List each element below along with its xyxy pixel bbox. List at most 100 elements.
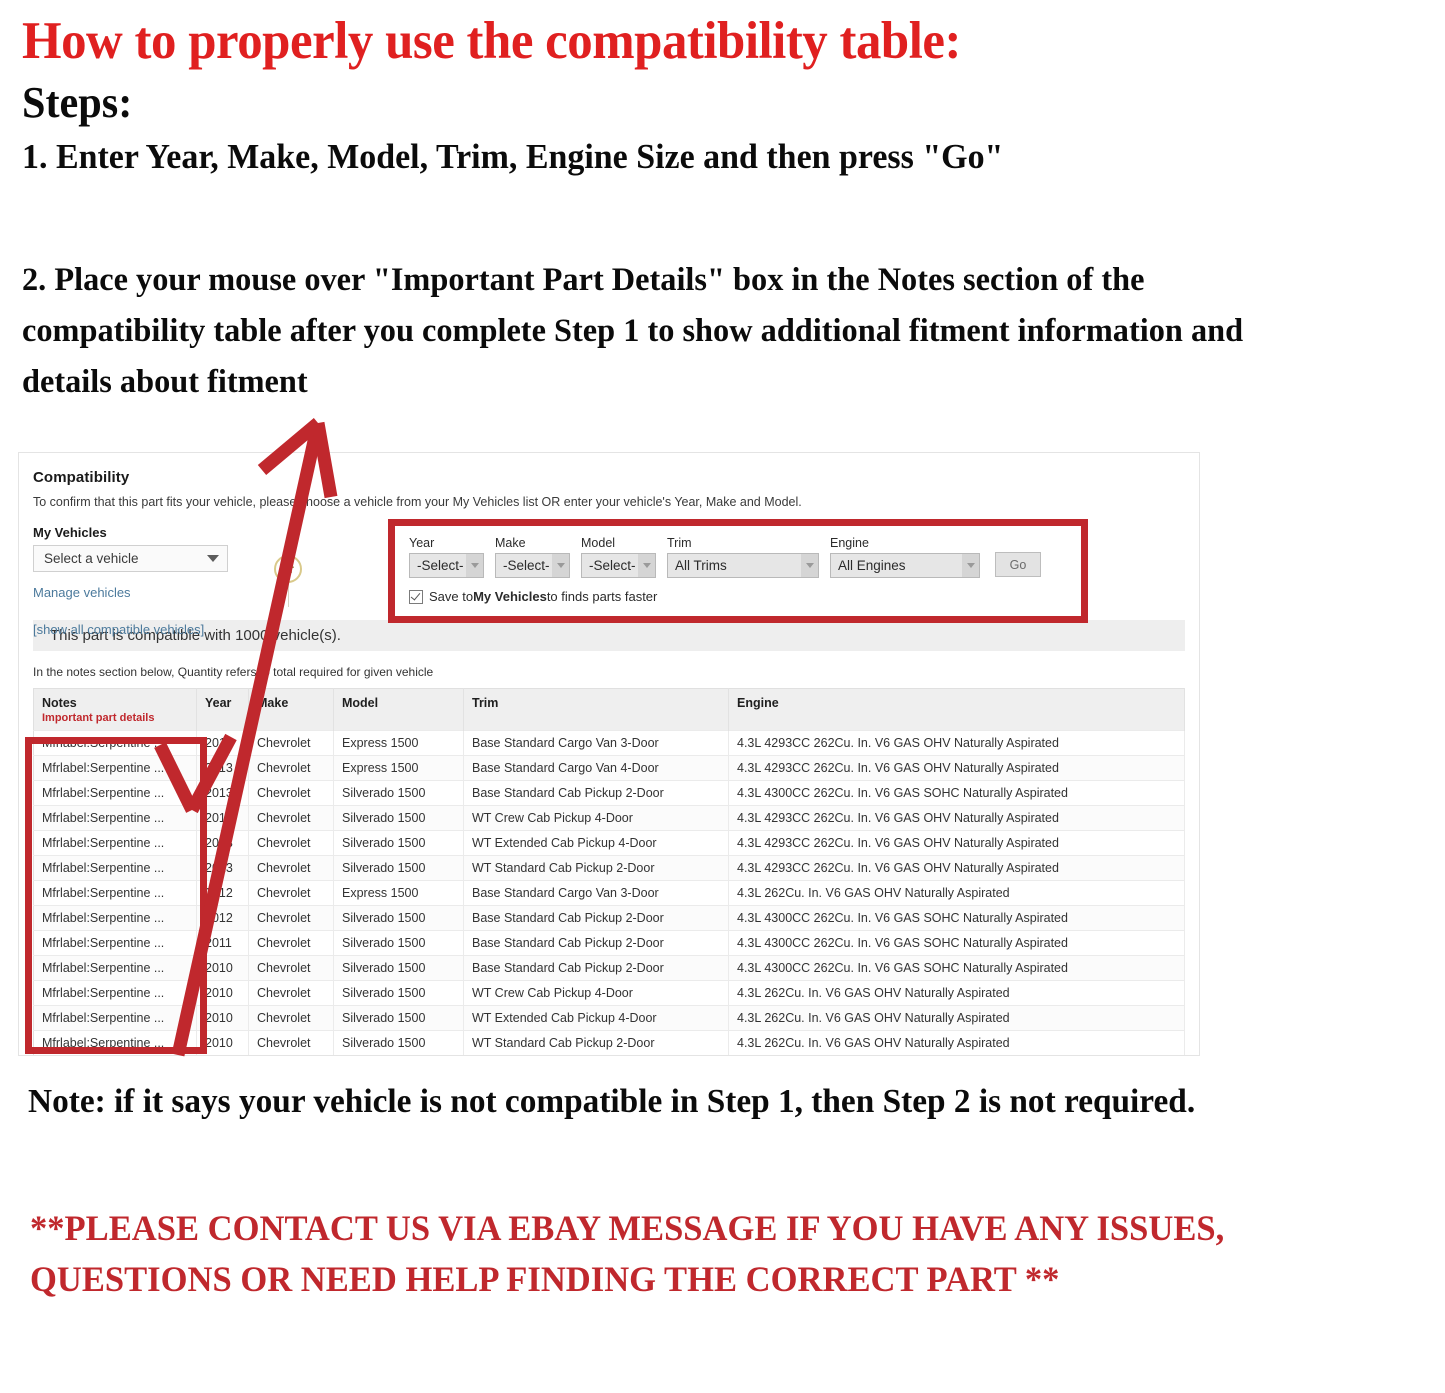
cell-make: Chevrolet: [248, 905, 334, 931]
cell-trim: Base Standard Cab Pickup 2-Door: [463, 930, 729, 956]
cell-make: Chevrolet: [248, 1030, 334, 1055]
cell-year: 2010: [196, 955, 249, 981]
cell-engine: 4.3L 4300CC 262Cu. In. V6 GAS SOHC Natur…: [728, 955, 1185, 981]
make-field-group: Make -Select-: [495, 536, 570, 578]
cell-make: Chevrolet: [248, 755, 334, 781]
header-notes-label: Notes: [42, 696, 77, 710]
cell-engine: 4.3L 4300CC 262Cu. In. V6 GAS SOHC Natur…: [728, 930, 1185, 956]
trim-select[interactable]: All Trims: [667, 553, 819, 578]
compatibility-widget: Compatibility To confirm that this part …: [18, 452, 1200, 1056]
year-select[interactable]: -Select-: [409, 553, 484, 578]
header-model[interactable]: Model: [333, 688, 464, 731]
trim-field-group: Trim All Trims: [667, 536, 819, 578]
cell-year: 2013: [196, 730, 249, 756]
vehicle-finder-row: My Vehicles Select a vehicle Manage vehi…: [33, 519, 1185, 637]
cell-notes[interactable]: Mfrlabel:Serpentine ...: [33, 780, 197, 806]
cell-trim: Base Standard Cargo Van 4-Door: [463, 755, 729, 781]
table-row: Mfrlabel:Serpentine ... 2010 Chevrolet Silv…: [33, 1030, 1185, 1055]
header-make[interactable]: Make: [248, 688, 334, 731]
year-label: Year: [409, 536, 435, 550]
save-bold-text: My Vehicles: [473, 589, 547, 604]
cell-engine: 4.3L 262Cu. In. V6 GAS OHV Naturally Asp…: [728, 880, 1185, 906]
cell-make: Chevrolet: [248, 980, 334, 1006]
cell-notes[interactable]: Mfrlabel:Serpentine ...: [33, 955, 197, 981]
cell-model: Silverado 1500: [333, 1030, 464, 1055]
model-select[interactable]: -Select-: [581, 553, 656, 578]
compatibility-heading: Compatibility: [33, 469, 130, 486]
cell-model: Silverado 1500: [333, 780, 464, 806]
cell-notes[interactable]: Mfrlabel:Serpentine ...: [33, 755, 197, 781]
cell-model: Silverado 1500: [333, 805, 464, 831]
table-row: Mfrlabel:Serpentine ... 2010 Chevrolet Silv…: [33, 1005, 1185, 1031]
make-select[interactable]: -Select-: [495, 553, 570, 578]
model-value: -Select-: [589, 558, 636, 573]
model-field-group: Model -Select-: [581, 536, 656, 578]
cell-notes[interactable]: Mfrlabel:Serpentine ...: [33, 905, 197, 931]
cell-make: Chevrolet: [248, 1005, 334, 1031]
engine-select[interactable]: All Engines: [830, 553, 980, 578]
chevron-down-icon: [801, 554, 818, 577]
save-to-my-vehicles-checkbox[interactable]: [409, 589, 423, 604]
table-row: Mfrlabel:Serpentine ... 2013 Chevrolet Expr…: [33, 755, 1185, 781]
cell-notes[interactable]: Mfrlabel:Serpentine ...: [33, 880, 197, 906]
trim-value: All Trims: [675, 558, 727, 573]
cell-year: 2011: [196, 930, 249, 956]
cell-model: Silverado 1500: [333, 930, 464, 956]
cell-engine: 4.3L 4293CC 262Cu. In. V6 GAS OHV Natura…: [728, 830, 1185, 856]
cell-trim: Base Standard Cab Pickup 2-Door: [463, 955, 729, 981]
cell-model: Silverado 1500: [333, 905, 464, 931]
cell-notes[interactable]: Mfrlabel:Serpentine ...: [33, 980, 197, 1006]
cell-engine: 4.3L 262Cu. In. V6 GAS OHV Naturally Asp…: [728, 1005, 1185, 1031]
chevron-down-icon: [962, 554, 979, 577]
table-header-row: Notes Important part details Year Make M…: [33, 688, 1185, 731]
header-year[interactable]: Year: [196, 688, 249, 731]
cell-year: 2013: [196, 805, 249, 831]
my-vehicles-select[interactable]: Select a vehicle: [33, 545, 228, 572]
cell-engine: 4.3L 4293CC 262Cu. In. V6 GAS OHV Natura…: [728, 855, 1185, 881]
go-button[interactable]: Go: [995, 552, 1041, 577]
cell-trim: WT Crew Cab Pickup 4-Door: [463, 980, 729, 1006]
cell-model: Silverado 1500: [333, 830, 464, 856]
cell-engine: 4.3L 262Cu. In. V6 GAS OHV Naturally Asp…: [728, 1030, 1185, 1055]
important-part-details-label[interactable]: Important part details: [42, 712, 188, 724]
cell-trim: Base Standard Cargo Van 3-Door: [463, 730, 729, 756]
cell-trim: Base Standard Cab Pickup 2-Door: [463, 905, 729, 931]
save-to-my-vehicles-row[interactable]: Save to My Vehicles to finds parts faste…: [409, 589, 1069, 604]
cell-make: Chevrolet: [248, 855, 334, 881]
footer-contact-text: **PLEASE CONTACT US VIA EBAY MESSAGE IF …: [30, 1208, 1225, 1300]
cell-model: Express 1500: [333, 755, 464, 781]
cell-notes[interactable]: Mfrlabel:Serpentine ...: [33, 855, 197, 881]
cell-make: Chevrolet: [248, 830, 334, 856]
cell-notes[interactable]: Mfrlabel:Serpentine ...: [33, 1005, 197, 1031]
cell-engine: 4.3L 262Cu. In. V6 GAS OHV Naturally Asp…: [728, 980, 1185, 1006]
my-vehicles-selected-value: Select a vehicle: [44, 551, 139, 566]
cell-notes[interactable]: Mfrlabel:Serpentine ...: [33, 930, 197, 956]
cell-trim: WT Extended Cab Pickup 4-Door: [463, 1005, 729, 1031]
cell-engine: 4.3L 4293CC 262Cu. In. V6 GAS OHV Natura…: [728, 805, 1185, 831]
cell-notes[interactable]: Mfrlabel:Serpentine ...: [33, 830, 197, 856]
year-field-group: Year -Select-: [409, 536, 484, 578]
show-all-compatible-vehicles-link[interactable]: [show all compatible vehicles]: [33, 622, 243, 637]
cell-notes[interactable]: Mfrlabel:Serpentine ...: [33, 805, 197, 831]
table-row: Mfrlabel:Serpentine ... 2012 Chevrolet Silv…: [33, 905, 1185, 931]
save-prefix-text: Save to: [429, 589, 474, 604]
or-divider-label: or: [274, 555, 302, 583]
cell-model: Express 1500: [333, 880, 464, 906]
page-title: How to properly use the compatibility ta…: [22, 12, 961, 70]
engine-value: All Engines: [838, 558, 906, 573]
compatibility-subtitle: To confirm that this part fits your vehi…: [33, 495, 802, 509]
header-notes[interactable]: Notes Important part details: [33, 688, 197, 731]
cell-year: 2010: [196, 1005, 249, 1031]
fitment-table: Notes Important part details Year Make M…: [33, 688, 1185, 1055]
cell-model: Silverado 1500: [333, 1005, 464, 1031]
header-trim[interactable]: Trim: [463, 688, 729, 731]
steps-label: Steps:: [22, 78, 133, 128]
cell-notes[interactable]: Mfrlabel:Serpentine ...: [33, 1030, 197, 1055]
cell-model: Silverado 1500: [333, 855, 464, 881]
cell-notes[interactable]: Mfrlabel:Serpentine ...: [33, 730, 197, 756]
header-engine[interactable]: Engine: [728, 688, 1185, 731]
make-label: Make: [495, 536, 526, 550]
manage-vehicles-link[interactable]: Manage vehicles: [33, 585, 243, 600]
cell-model: Express 1500: [333, 730, 464, 756]
cell-trim: WT Extended Cab Pickup 4-Door: [463, 830, 729, 856]
